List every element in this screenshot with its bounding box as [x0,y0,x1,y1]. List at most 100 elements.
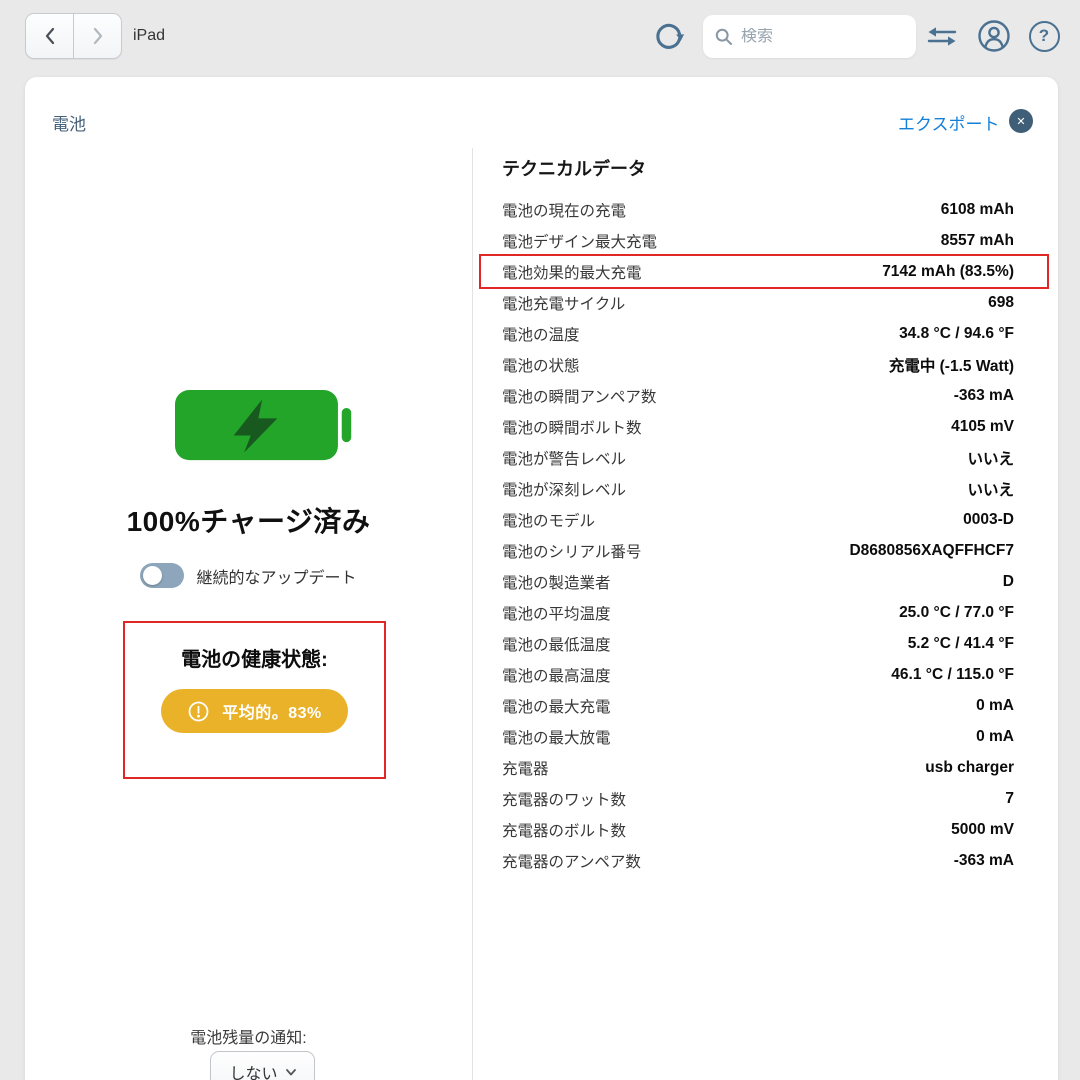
table-row: 電池の最大充電 0 mA [481,690,1047,721]
row-value: 4105 mV [951,418,1014,436]
row-label: 電池デザイン最大充電 [502,230,657,252]
row-value: 7142 mAh (83.5%) [882,263,1014,281]
transfer-arrows-icon [926,24,958,48]
row-label: 電池の平均温度 [502,602,611,624]
close-icon: ✕ [1016,115,1025,128]
table-row: 電池の温度 34.8 °C / 94.6 °F [481,318,1047,349]
row-value: 698 [988,294,1014,312]
table-row: 充電器 usb charger [481,752,1047,783]
forward-button[interactable] [73,14,121,58]
row-value: 7 [1005,790,1014,808]
chevron-down-icon [286,1069,296,1076]
toolbar: iPad ? [0,0,1080,77]
row-value: いいえ [967,478,1014,500]
row-label: 電池の瞬間ボルト数 [502,416,642,438]
chevron-left-icon [44,27,56,45]
account-icon [977,19,1011,53]
row-label: 電池のシリアル番号 [502,540,641,562]
close-button[interactable]: ✕ [1009,109,1033,133]
search-input[interactable] [741,28,901,46]
toggle-knob [143,566,162,585]
table-row: 電池デザイン最大充電 8557 mAh [481,225,1047,256]
chevron-right-icon [92,27,104,45]
table-row: 電池の現在の充電 6108 mAh [481,194,1047,225]
tech-table: 電池の現在の充電 6108 mAh 電池デザイン最大充電 8557 mAh 電池効果的最… [481,194,1047,876]
back-button[interactable] [26,14,73,58]
export-link[interactable]: エクスポート [898,110,1000,135]
row-value: 25.0 °C / 77.0 °F [899,604,1014,622]
table-row: 電池が警告レベル いいえ [481,442,1047,473]
row-value: 34.8 °C / 94.6 °F [899,325,1014,343]
row-value: -363 mA [954,387,1014,405]
battery-charging-icon [175,388,355,464]
app-window: iPad ? [0,0,1080,1080]
row-value: D [1003,573,1014,591]
row-value: 8557 mAh [941,232,1014,250]
table-row: 充電器のワット数 7 [481,783,1047,814]
row-value: -363 mA [954,852,1014,870]
row-label: 電池の瞬間アンペア数 [502,385,656,407]
continuous-update-row: 継続的なアップデート [25,563,472,588]
panel-title: 電池 [52,110,86,135]
battery-health-heading: 電池の健康状態: [181,643,328,672]
help-button[interactable]: ? [1027,19,1061,53]
table-row: 電池効果的最大充電 7142 mAh (83.5%) [481,256,1047,287]
row-label: 充電器のアンペア数 [502,850,641,872]
row-label: 電池の最低温度 [502,633,611,655]
table-row: 電池の状態 充電中 (-1.5 Watt) [481,349,1047,380]
refresh-button[interactable] [653,20,685,52]
row-value: 46.1 °C / 115.0 °F [891,666,1014,684]
table-row: 電池の瞬間アンペア数 -363 mA [481,380,1047,411]
table-row: 充電器のアンペア数 -363 mA [481,845,1047,876]
table-row: 電池の最高温度 46.1 °C / 115.0 °F [481,659,1047,690]
row-label: 電池の状態 [502,354,580,376]
row-value: usb charger [925,759,1014,777]
table-row: 電池の製造業者D [481,566,1047,597]
charge-status-text: 100%チャージ済み [25,500,472,540]
panel-divider [472,148,473,1080]
tech-data-heading: テクニカルデータ [502,155,646,181]
row-value: 6108 mAh [941,201,1014,219]
continuous-update-toggle[interactable] [140,563,184,588]
table-row: 電池のモデル0003-D [481,504,1047,535]
row-label: 電池の最高温度 [502,664,611,686]
table-row: 電池のシリアル番号 D8680856XAQFFHCF7 [481,535,1047,566]
table-row: 電池が深刻レベル いいえ [481,473,1047,504]
row-label: 充電器 [502,757,549,779]
table-row: 電池の最低温度 5.2 °C / 41.4 °F [481,628,1047,659]
help-icon: ? [1029,21,1060,52]
row-value: 5.2 °C / 41.4 °F [908,635,1014,653]
account-button[interactable] [977,19,1011,53]
row-label: 電池が深刻レベル [502,478,626,500]
battery-health-badge: 平均的。83% [161,689,348,733]
row-label: 電池充電サイクル [502,292,625,314]
row-value: 0 mA [976,697,1014,715]
battery-notify-label: 電池残量の通知: [25,1024,472,1048]
continuous-update-label: 継続的なアップデート [196,564,356,588]
health-badge-text: 平均的。83% [222,699,322,723]
row-label: 電池の最大充電 [502,695,611,717]
refresh-icon [653,20,685,52]
transfer-button[interactable] [925,19,959,53]
row-label: 充電器のワット数 [502,788,626,810]
row-value: いいえ [967,447,1014,469]
health-annotation-box: 電池の健康状態: 平均的。83% [123,621,386,779]
device-title: iPad [133,27,165,45]
row-label: 電池の最大放電 [502,726,611,748]
row-label: 電池が警告レベル [502,447,626,469]
row-value: 5000 mV [951,821,1014,839]
table-row: 電池の最大放電 0 mA [481,721,1047,752]
row-value: 0 mA [976,728,1014,746]
battery-notify-select[interactable]: しない [210,1051,315,1080]
table-row: 電池の瞬間ボルト数 4105 mV [481,411,1047,442]
row-value: D8680856XAQFFHCF7 [849,542,1014,560]
search-icon [715,28,733,46]
nav-button-group [25,13,122,59]
table-row: 電池の平均温度 25.0 °C / 77.0 °F [481,597,1047,628]
row-label: 電池効果的最大充電 [502,261,642,283]
row-value: 充電中 (-1.5 Watt) [889,354,1014,376]
row-label: 電池の温度 [502,323,580,345]
row-label: 電池の現在の充電 [502,199,626,221]
row-label: 充電器のボルト数 [502,819,626,841]
row-label: 電池のモデル [502,509,595,531]
